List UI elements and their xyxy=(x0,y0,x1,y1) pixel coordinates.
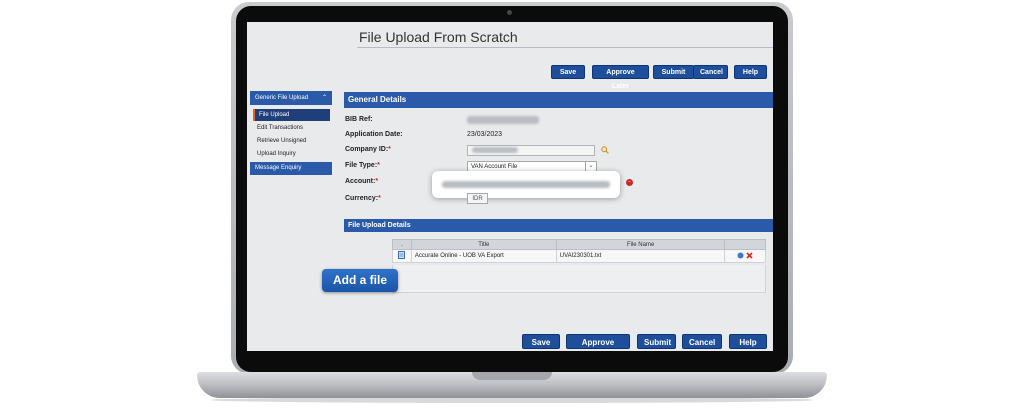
table-row[interactable]: Accurate Online - UOB VA Export UVAI2303… xyxy=(392,249,766,263)
account-label: Account:* xyxy=(345,178,379,185)
file-type-selected: VAN Account File xyxy=(471,164,518,170)
search-icon[interactable] xyxy=(601,146,609,154)
file-icon xyxy=(398,251,406,259)
company-id-field[interactable] xyxy=(467,145,595,156)
file-list-area xyxy=(392,265,766,293)
help-button-bottom[interactable]: Help xyxy=(729,334,767,349)
sidebar-item-edit-transactions[interactable]: Edit Transactions xyxy=(253,122,330,134)
sidebar-group-label: Generic File Upload xyxy=(255,95,309,101)
file-name-cell: UVAI230301.txt xyxy=(555,249,726,263)
approve-later-button-top[interactable]: Approve Later xyxy=(592,65,649,90)
laptop-notch xyxy=(472,372,552,380)
column-header-title: Title xyxy=(410,239,557,250)
add-file-button[interactable]: Add a file xyxy=(322,269,398,292)
approve-later-button-bottom[interactable]: Approve Later xyxy=(566,334,630,349)
account-select-popup[interactable] xyxy=(432,171,620,198)
app-screen: File Upload From Scratch Save Approve La… xyxy=(247,22,773,351)
page-title: File Upload From Scratch xyxy=(359,29,518,45)
table-header-row: . Title File Name xyxy=(392,239,766,250)
chevron-up-icon: ⌃ xyxy=(321,95,327,101)
file-upload-details-header: File Upload Details xyxy=(344,219,773,232)
cancel-button-bottom[interactable]: Cancel xyxy=(682,334,722,349)
file-upload-table: . Title File Name Accurate Online - UOB … xyxy=(392,239,766,263)
help-button-top[interactable]: Help xyxy=(734,65,767,79)
currency-label: Currency:* xyxy=(345,195,381,202)
edit-icon[interactable] xyxy=(737,252,744,259)
currency-field: IDR xyxy=(467,193,488,204)
file-cell xyxy=(392,249,412,263)
save-button-top[interactable]: Save xyxy=(551,65,585,79)
column-header-select: . xyxy=(392,239,412,250)
company-id-label: Company ID:* xyxy=(345,146,391,153)
sidebar-item-upload-inquiry[interactable]: Upload Inquiry xyxy=(253,148,330,160)
sidebar-group-generic-file-upload[interactable]: Generic File Upload ⌃ xyxy=(250,91,332,105)
file-type-label: File Type:* xyxy=(345,162,380,169)
chevron-down-icon: ⌄ xyxy=(585,162,596,171)
column-header-actions xyxy=(724,239,766,250)
actions-cell xyxy=(724,249,766,263)
camera-dot xyxy=(507,10,512,15)
cancel-button-top[interactable]: Cancel xyxy=(693,65,728,79)
column-header-file-name: File Name xyxy=(555,239,726,250)
submit-button-top[interactable]: Submit xyxy=(653,65,694,79)
sidebar-item-message-enquiry[interactable]: Message Enquiry xyxy=(250,162,332,175)
company-id-value-redacted xyxy=(472,147,518,153)
save-button-bottom[interactable]: Save xyxy=(522,334,560,349)
general-details-header: General Details xyxy=(344,92,773,108)
application-date-value: 23/03/2023 xyxy=(467,131,503,138)
sidebar-item-retrieve-unsigned[interactable]: Retrieve Unsigned xyxy=(253,135,330,147)
account-value-redacted xyxy=(442,181,610,188)
application-date-label: Application Date: xyxy=(345,131,403,138)
sidebar-item-file-upload[interactable]: File Upload xyxy=(253,109,330,121)
delete-icon[interactable] xyxy=(746,251,753,259)
title-divider xyxy=(357,47,773,48)
submit-button-bottom[interactable]: Submit xyxy=(637,334,676,349)
error-icon: − xyxy=(626,179,633,186)
bib-ref-label: BIB Ref: xyxy=(345,116,373,123)
file-title-cell: Accurate Online - UOB VA Export xyxy=(410,249,557,263)
bib-ref-value-redacted xyxy=(467,116,539,124)
